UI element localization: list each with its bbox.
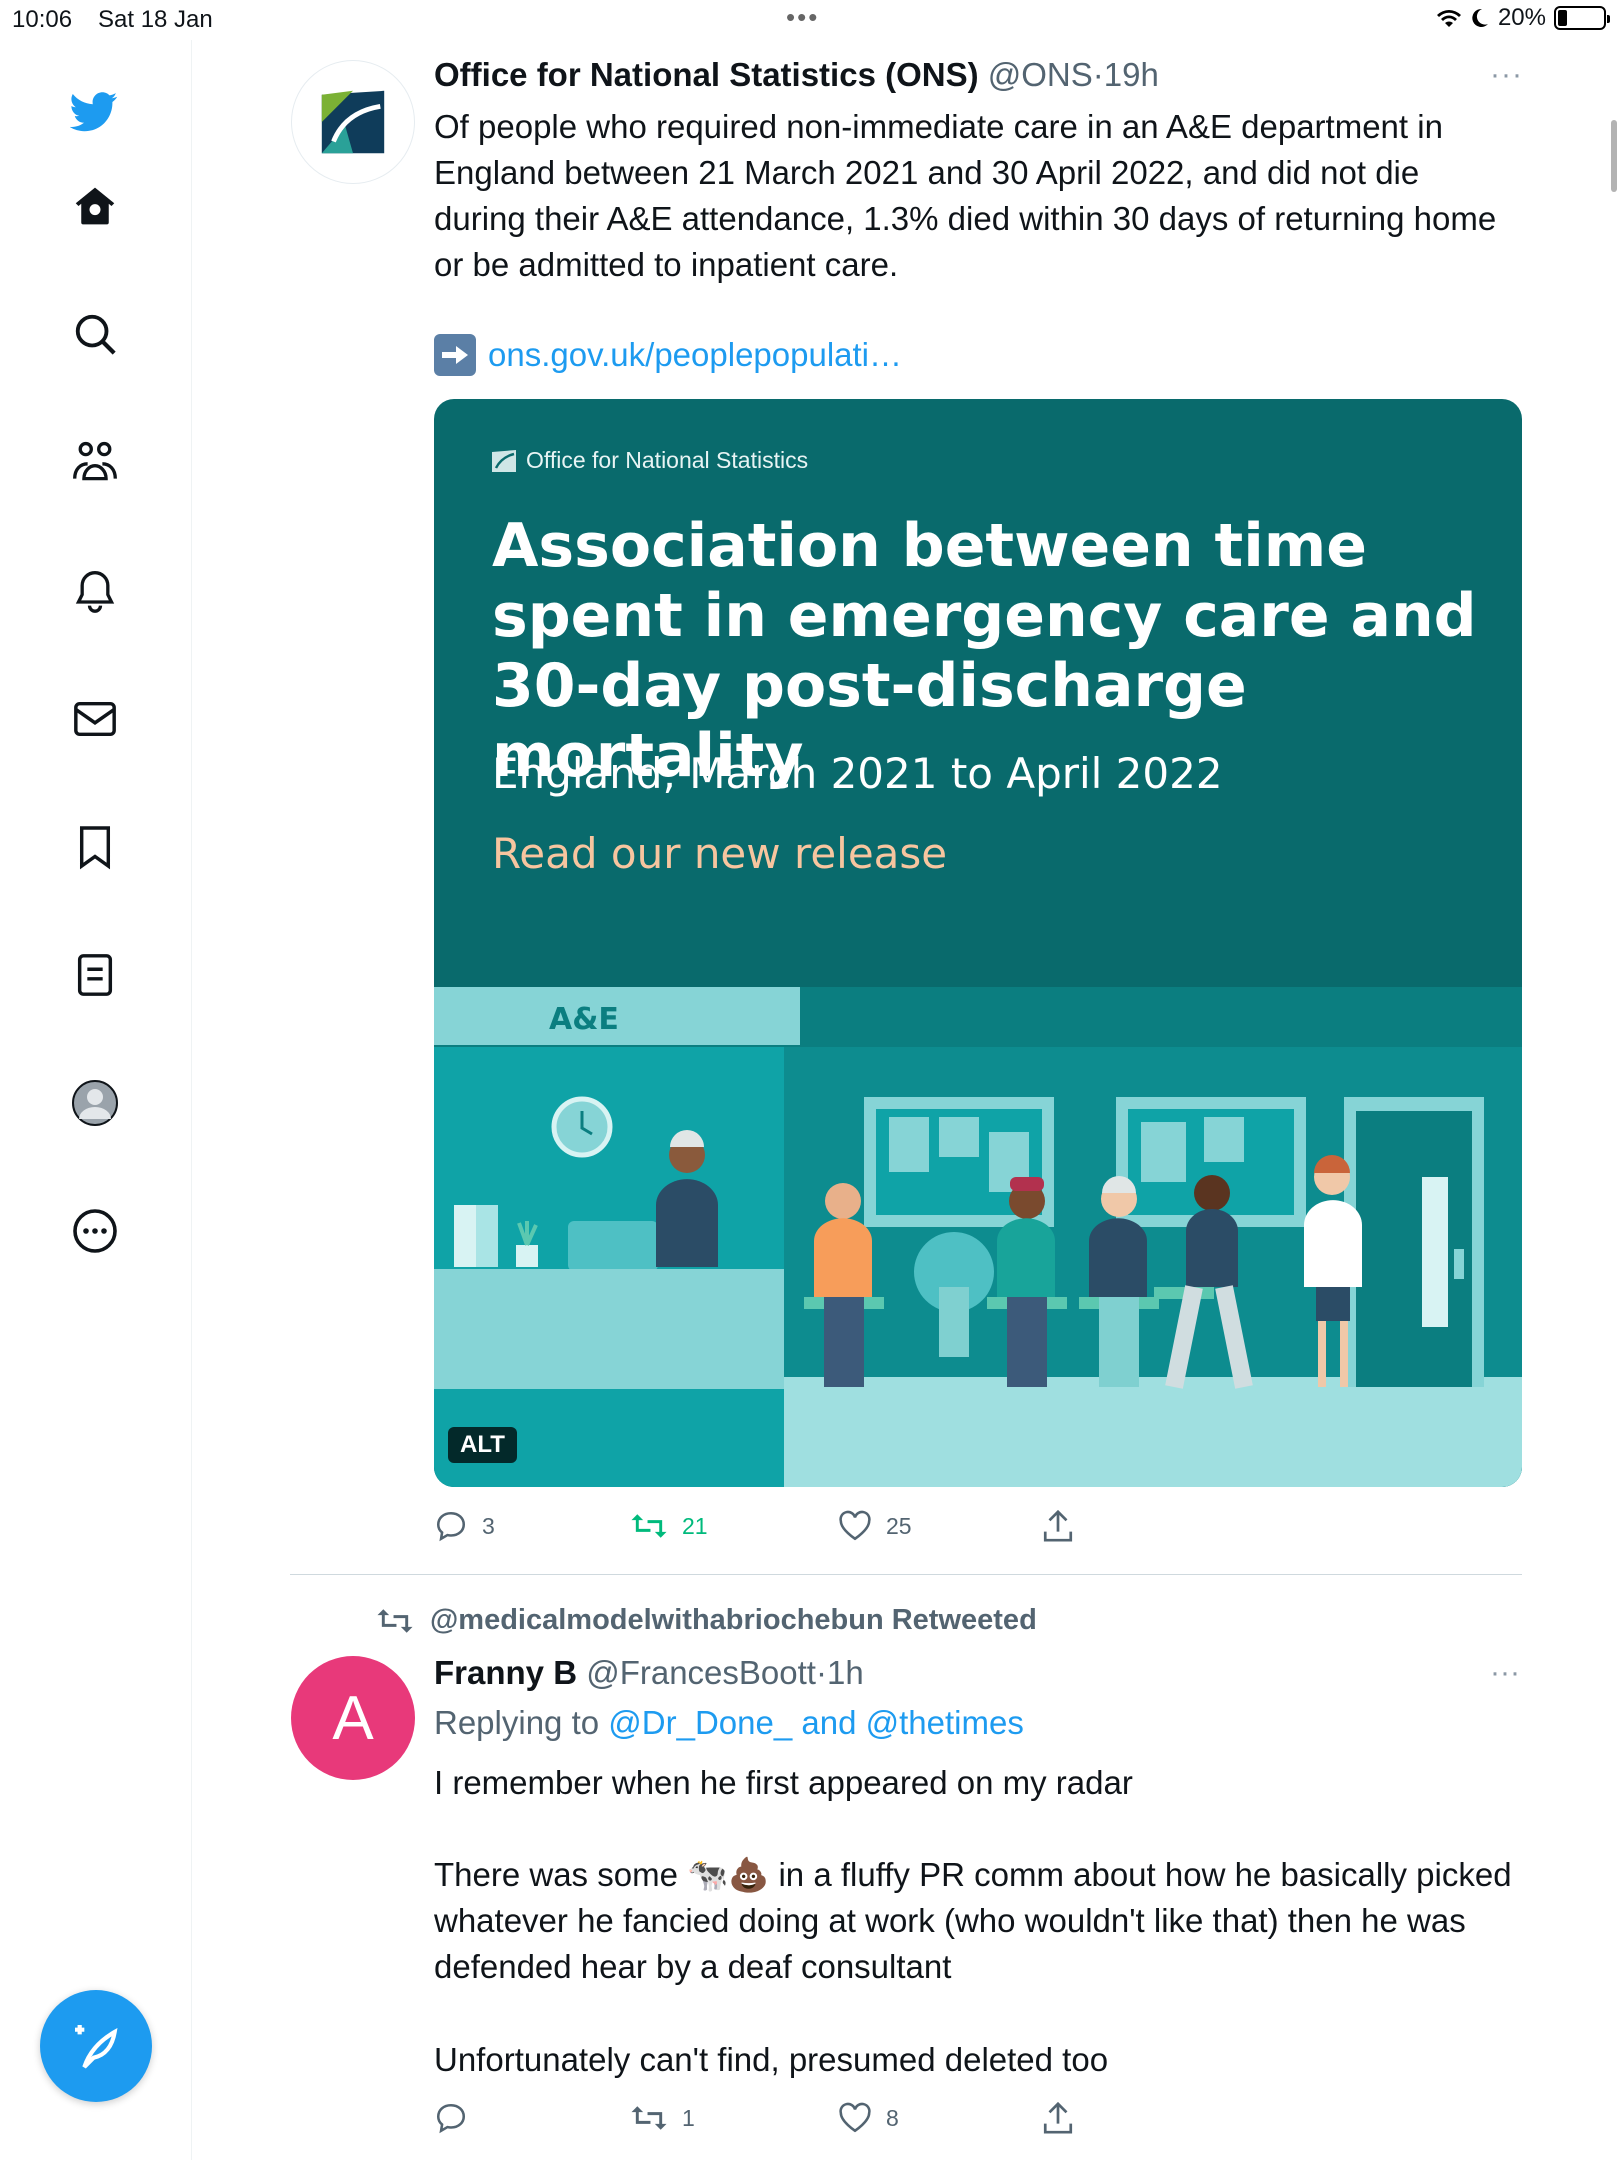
card-subtitle: England, March 2021 to April 2022 bbox=[492, 749, 1223, 798]
author-handle[interactable]: @ONS bbox=[988, 56, 1093, 93]
battery-icon bbox=[1554, 6, 1610, 30]
separator2: · bbox=[815, 1654, 827, 1691]
mention-dr-done[interactable]: @Dr_Done_ bbox=[608, 1704, 792, 1741]
more-options-icon[interactable] bbox=[71, 1207, 119, 1255]
multitasking-dots[interactable]: ••• bbox=[786, 2, 819, 33]
tweet-more-button[interactable]: ··· bbox=[1490, 58, 1523, 92]
communities-icon[interactable] bbox=[71, 438, 119, 486]
p2-start: There was some bbox=[434, 1856, 678, 1893]
bookmarks-icon[interactable] bbox=[71, 823, 119, 871]
reply-icon bbox=[436, 1511, 466, 1542]
card-cta: Read our new release bbox=[492, 829, 948, 878]
share-button-2[interactable] bbox=[1042, 2098, 1074, 2138]
status-icons: 20% bbox=[1436, 4, 1610, 32]
like-button-2[interactable]: 8 bbox=[838, 2098, 899, 2138]
retweet-icon bbox=[631, 1514, 667, 1538]
tweet2-more-button[interactable]: ··· bbox=[1490, 1656, 1520, 1690]
author2-name[interactable]: Franny B bbox=[434, 1654, 577, 1691]
cow-poo-emoji: 🐄💩 bbox=[687, 1856, 770, 1893]
search-icon[interactable] bbox=[71, 310, 119, 358]
tweet2-paragraph-2: There was some 🐄💩 in a fluffy PR comm ab… bbox=[434, 1852, 1514, 1990]
alt-text-badge[interactable]: ALT bbox=[448, 1427, 517, 1463]
author-name[interactable]: Office for National Statistics (ONS) bbox=[434, 56, 979, 93]
feather-plus-icon bbox=[75, 2025, 118, 2069]
replying-prefix: Replying to bbox=[434, 1704, 600, 1741]
status-bar: 10:06 Sat 18 Jan ••• 20% bbox=[0, 0, 1620, 40]
home-icon[interactable] bbox=[71, 182, 119, 230]
tweet-link[interactable]: ons.gov.uk/peoplepopulati… bbox=[434, 334, 902, 376]
tweet2-header: Franny B @FrancesBoott·1h bbox=[434, 1654, 864, 1692]
like-count: 25 bbox=[886, 1512, 912, 1539]
tweet-text: Of people who required non-immediate car… bbox=[434, 108, 1497, 283]
heart-icon bbox=[839, 1510, 871, 1541]
share-icon bbox=[1043, 1509, 1073, 1542]
replying-to: Replying to @Dr_Done_ and @thetimes bbox=[434, 1704, 1024, 1742]
tweet-actions: 3 21 25 bbox=[434, 1506, 1134, 1546]
reply-count: 3 bbox=[482, 1512, 495, 1539]
messages-mail-icon[interactable] bbox=[71, 695, 119, 743]
replying-and[interactable]: and bbox=[801, 1704, 856, 1741]
retweet-small-icon bbox=[377, 1608, 413, 1633]
profile-avatar-icon[interactable] bbox=[71, 1079, 119, 1127]
franny-avatar[interactable]: A bbox=[291, 1656, 415, 1780]
right-arrow-emoji-icon bbox=[434, 334, 476, 376]
battery-level bbox=[1558, 10, 1567, 26]
ae-sign: A&E bbox=[549, 1002, 619, 1037]
ons-card-logo: Office for National Statistics bbox=[490, 447, 808, 474]
separator: · bbox=[1092, 56, 1104, 93]
ons-small-logo-icon bbox=[492, 449, 516, 472]
retweet-button[interactable]: 21 bbox=[630, 1506, 708, 1546]
tweet2-paragraph-3: Unfortunately can't find, presumed delet… bbox=[434, 2041, 1109, 2078]
twitter-logo-icon[interactable] bbox=[70, 88, 118, 136]
link-text[interactable]: ons.gov.uk/peoplepopulati… bbox=[488, 336, 902, 374]
heart-icon bbox=[839, 2102, 871, 2133]
battery-percent: 20% bbox=[1497, 4, 1546, 31]
reply-button[interactable]: 3 bbox=[434, 1506, 495, 1546]
reply-button-2[interactable] bbox=[434, 2098, 482, 2138]
ae-waiting-room-illustration: A&E bbox=[434, 987, 1522, 1487]
author2-handle[interactable]: @FrancesBoott bbox=[586, 1654, 816, 1691]
like-count-2: 8 bbox=[886, 2104, 899, 2131]
retweet-count: 21 bbox=[682, 1512, 708, 1539]
tweet-image-card[interactable]: Office for National Statistics Associati… bbox=[434, 399, 1522, 1487]
moon-icon bbox=[1472, 8, 1488, 27]
date: Sat 18 Jan bbox=[98, 6, 213, 33]
lists-icon[interactable] bbox=[71, 951, 119, 999]
retweet-icon bbox=[631, 2106, 667, 2130]
tweet-header: Office for National Statistics (ONS) @ON… bbox=[434, 56, 1159, 94]
card-org-name: Office for National Statistics bbox=[526, 447, 809, 473]
share-button[interactable] bbox=[1042, 1506, 1074, 1546]
tweet-time[interactable]: 19h bbox=[1104, 56, 1159, 93]
tweet2-actions: 1 8 bbox=[434, 2098, 1134, 2138]
sidebar bbox=[0, 40, 192, 2160]
retweeted-by-line[interactable]: @medicalmodelwithabriochebun Retweeted bbox=[376, 1604, 1037, 1637]
share-icon bbox=[1043, 2101, 1073, 2134]
retweet-button-2[interactable]: 1 bbox=[630, 2098, 695, 2138]
compose-tweet-button[interactable] bbox=[40, 1990, 152, 2102]
tweet2-paragraph-1: I remember when he first appeared on my … bbox=[434, 1764, 1133, 1801]
retweet-count-2: 1 bbox=[682, 2104, 695, 2131]
mention-thetimes[interactable]: @thetimes bbox=[866, 1704, 1024, 1741]
tweet-divider bbox=[290, 1574, 1522, 1575]
ons-logo-icon bbox=[321, 90, 385, 154]
like-button[interactable]: 25 bbox=[838, 1506, 912, 1546]
reply-icon bbox=[436, 2103, 466, 2134]
ons-avatar[interactable] bbox=[291, 60, 415, 184]
wifi-icon bbox=[1436, 10, 1461, 27]
scroll-indicator[interactable] bbox=[1611, 120, 1617, 192]
retweeted-by-text[interactable]: @medicalmodelwithabriochebun Retweeted bbox=[430, 1604, 1037, 1637]
clock: 10:06 bbox=[12, 6, 73, 33]
tweet2-time[interactable]: 1h bbox=[827, 1654, 864, 1691]
notifications-bell-icon[interactable] bbox=[71, 567, 119, 615]
